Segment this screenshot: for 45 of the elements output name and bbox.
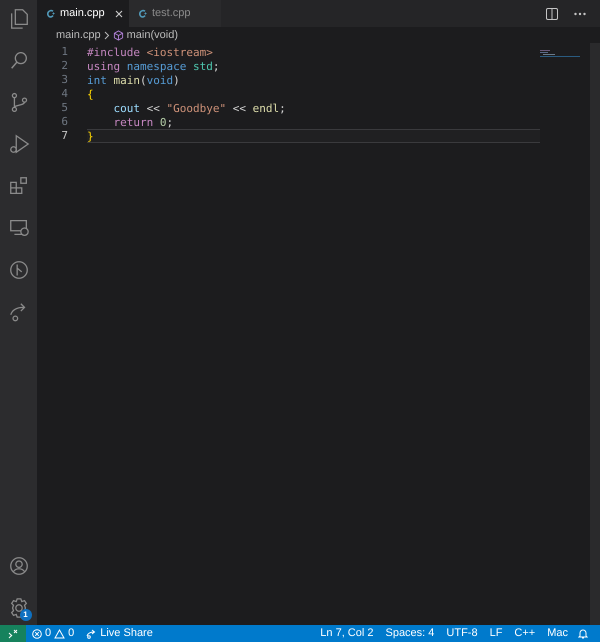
more-icon[interactable] [574,12,586,16]
breadcrumb-item[interactable]: main.cpp [56,26,101,44]
editor-tab[interactable]: main.cpp [37,0,129,27]
breadcrumb-item[interactable]: main(void) [126,26,178,44]
editor-tab[interactable]: test.cpp [129,0,221,27]
line-number: 6 [60,114,68,130]
code-line: { [87,87,95,101]
code-line: cout << "Goodbye" << endl; [112,101,287,115]
status-item[interactable]: C++ [514,625,536,642]
line-number: 1 [60,44,68,60]
line-number: 7 [60,128,68,144]
cube-icon [112,30,124,40]
code-line: int main(void) [87,73,181,87]
chevron-icon [104,30,110,40]
code-line: using namespace std; [87,59,220,73]
code-line: return 0; [112,115,174,129]
live-share-button[interactable]: Live Share [86,625,153,642]
cpp-file-icon [139,9,147,18]
bell-icon[interactable] [578,628,588,639]
remote-icon [8,628,18,638]
problems-button[interactable]: 0 0 [32,625,74,642]
status-item[interactable]: UTF-8 [446,625,478,642]
line-number: 2 [60,58,68,74]
line-number: 4 [60,86,68,102]
monitor-icon[interactable] [8,217,30,239]
remote-button[interactable] [0,625,26,642]
line-number: 5 [60,100,68,116]
notification-badge: 1 [20,609,32,621]
error-icon [32,628,42,638]
code-line: #include <iostream> [87,45,214,59]
run-debug-icon[interactable] [8,133,30,155]
share-arrow-icon [86,628,98,638]
close-icon[interactable] [114,10,123,18]
status-item[interactable]: LF [490,625,502,642]
status-item[interactable]: Spaces: 4 [385,625,434,642]
git-graph-icon[interactable] [8,259,30,281]
status-item[interactable]: Mac [547,625,568,642]
minimap-drawing [540,50,580,57]
extensions-icon[interactable] [8,175,30,197]
line-number: 3 [60,72,68,88]
warning-icon [54,628,66,638]
split-editor-icon[interactable] [546,8,558,20]
account-icon[interactable] [8,555,30,577]
cpp-file-icon [47,9,55,18]
status-item[interactable]: Ln 7, Col 2 [320,625,374,642]
